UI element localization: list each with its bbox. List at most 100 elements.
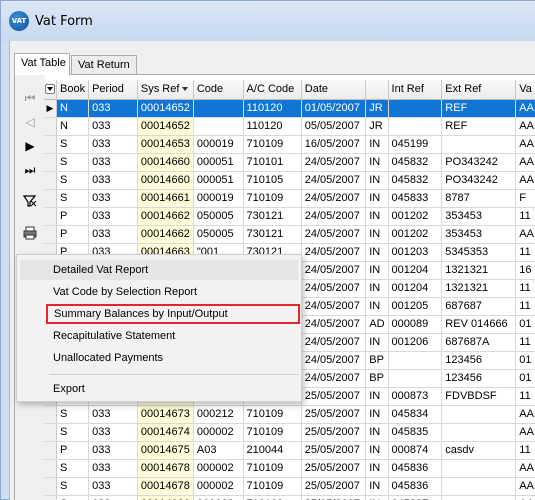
cell-ac-code[interactable]: 110120 [243, 99, 302, 118]
row-indicator[interactable]: ▶ [44, 99, 57, 118]
cell-type[interactable]: IN [365, 153, 389, 172]
cell-code[interactable]: 000019 [193, 135, 244, 154]
cell-period[interactable]: 033 [88, 189, 138, 208]
column-header-type[interactable] [365, 80, 389, 100]
cell-date[interactable]: 16/05/2007 [301, 135, 367, 154]
cell-vat[interactable]: 11 [515, 297, 535, 316]
cell-ext-ref[interactable]: 1321321 [441, 261, 517, 280]
cell-sys-ref[interactable]: 00014680 [137, 495, 194, 500]
cell-ext-ref[interactable]: casdv [441, 441, 517, 460]
cell-ext-ref[interactable] [441, 495, 517, 500]
column-header-ac-code[interactable]: A/C Code [243, 80, 302, 100]
cell-ext-ref[interactable] [441, 459, 517, 478]
table-row[interactable]: ▶ N 033 00014652 110120 01/05/2007 JR REF AA [44, 99, 535, 118]
cell-int-ref[interactable] [388, 117, 443, 136]
cell-int-ref[interactable]: 045832 [388, 153, 443, 172]
cell-int-ref[interactable]: 045833 [388, 189, 443, 208]
cell-vat[interactable]: 11 [515, 333, 535, 352]
cell-int-ref[interactable]: 001204 [388, 279, 443, 298]
first-record-icon[interactable]: ⏮ [21, 89, 39, 107]
cell-ext-ref[interactable]: 353453 [441, 225, 517, 244]
cell-vat[interactable]: 01 [515, 369, 535, 388]
cell-ext-ref[interactable] [441, 135, 517, 154]
cell-period[interactable]: 033 [88, 477, 138, 496]
cell-code[interactable]: A03 [193, 441, 244, 460]
cell-sys-ref[interactable]: 00014652 [137, 99, 194, 118]
cell-book[interactable]: S [56, 495, 90, 500]
cell-vat[interactable]: 11 [515, 243, 535, 262]
cell-code[interactable]: 000051 [193, 171, 244, 190]
menu-item-summary-balances-by-input-output[interactable]: Summary Balances by Input/Output [46, 304, 300, 324]
cell-book[interactable]: S [56, 171, 90, 190]
print-icon[interactable] [21, 225, 39, 243]
cell-code[interactable]: 000002 [193, 459, 244, 478]
cell-sys-ref[interactable]: 00014660 [137, 153, 194, 172]
cell-type[interactable]: IN [365, 459, 389, 478]
cell-int-ref[interactable] [388, 99, 443, 118]
cell-ext-ref[interactable]: 5345353 [441, 243, 517, 262]
cell-sys-ref[interactable]: 00014662 [137, 225, 194, 244]
column-header-vat[interactable]: Va [515, 80, 535, 100]
cell-type[interactable]: IN [365, 405, 389, 424]
cell-period[interactable]: 033 [88, 171, 138, 190]
cell-int-ref[interactable]: 045832 [388, 171, 443, 190]
cell-book[interactable]: S [56, 459, 90, 478]
cell-type[interactable]: IN [365, 243, 389, 262]
cell-vat[interactable]: AA [515, 477, 535, 496]
cell-vat[interactable]: 01 [515, 351, 535, 370]
cell-ac-code[interactable]: 110120 [243, 117, 302, 136]
cell-date[interactable]: 25/05/2007 [301, 441, 367, 460]
row-indicator[interactable] [44, 423, 57, 442]
cell-vat[interactable]: 11 [515, 279, 535, 298]
cell-vat[interactable]: 11 [515, 207, 535, 226]
cell-ext-ref[interactable]: 687687 [441, 297, 517, 316]
cell-sys-ref[interactable]: 00014660 [137, 171, 194, 190]
cell-vat[interactable]: AA [515, 495, 535, 500]
cell-type[interactable]: IN [365, 297, 389, 316]
row-indicator[interactable] [44, 405, 57, 424]
cell-period[interactable]: 033 [88, 441, 138, 460]
cell-ext-ref[interactable]: 123456 [441, 351, 517, 370]
cell-vat[interactable]: AA [515, 117, 535, 136]
table-row[interactable]: S0330001468000000271010925/05/2007IN0458… [44, 495, 535, 500]
cell-book[interactable]: N [56, 99, 90, 118]
cell-type[interactable]: BP [365, 351, 389, 370]
cell-type[interactable]: IN [365, 261, 389, 280]
cell-type[interactable]: AD [365, 315, 389, 334]
cell-int-ref[interactable]: 000873 [388, 387, 443, 406]
cell-book[interactable]: N [56, 117, 90, 136]
cell-sys-ref[interactable]: 00014652 [137, 117, 194, 136]
cell-date[interactable]: 25/05/2007 [301, 477, 367, 496]
cell-vat[interactable]: AA [515, 423, 535, 442]
table-row[interactable]: S 033 00014660 000051 710101 24/05/2007 IN 0458… [44, 153, 535, 172]
cell-period[interactable]: 033 [88, 99, 138, 118]
cell-sys-ref[interactable]: 00014678 [137, 477, 194, 496]
cell-book[interactable]: P [56, 441, 90, 460]
cell-vat[interactable]: AA [515, 171, 535, 190]
cell-vat[interactable]: 11 [515, 441, 535, 460]
cell-ext-ref[interactable]: FDVBDSF [441, 387, 517, 406]
cell-vat[interactable]: AA [515, 135, 535, 154]
cell-ext-ref[interactable]: 687687A [441, 333, 517, 352]
cell-type[interactable]: JR [365, 117, 389, 136]
cell-code[interactable]: 000212 [193, 405, 244, 424]
cell-ext-ref[interactable] [441, 405, 517, 424]
cell-int-ref[interactable] [388, 369, 443, 388]
row-indicator[interactable] [44, 477, 57, 496]
cell-type[interactable]: IN [365, 135, 389, 154]
cell-type[interactable]: JR [365, 99, 389, 118]
cell-period[interactable]: 033 [88, 495, 138, 500]
cell-book[interactable]: P [56, 207, 90, 226]
cell-book[interactable]: S [56, 189, 90, 208]
cell-type[interactable]: IN [365, 279, 389, 298]
column-header-ext-ref[interactable]: Ext Ref [441, 80, 517, 100]
cell-ac-code[interactable]: 710109 [243, 135, 302, 154]
cell-book[interactable]: S [56, 423, 90, 442]
cell-date[interactable]: 24/05/2007 [301, 153, 367, 172]
cell-ext-ref[interactable]: REV 014666 [441, 315, 517, 334]
cell-period[interactable]: 033 [88, 405, 138, 424]
cell-period[interactable]: 033 [88, 225, 138, 244]
cell-int-ref[interactable]: 045199 [388, 135, 443, 154]
cell-date[interactable]: 25/05/2007 [301, 405, 367, 424]
cell-type[interactable]: IN [365, 171, 389, 190]
